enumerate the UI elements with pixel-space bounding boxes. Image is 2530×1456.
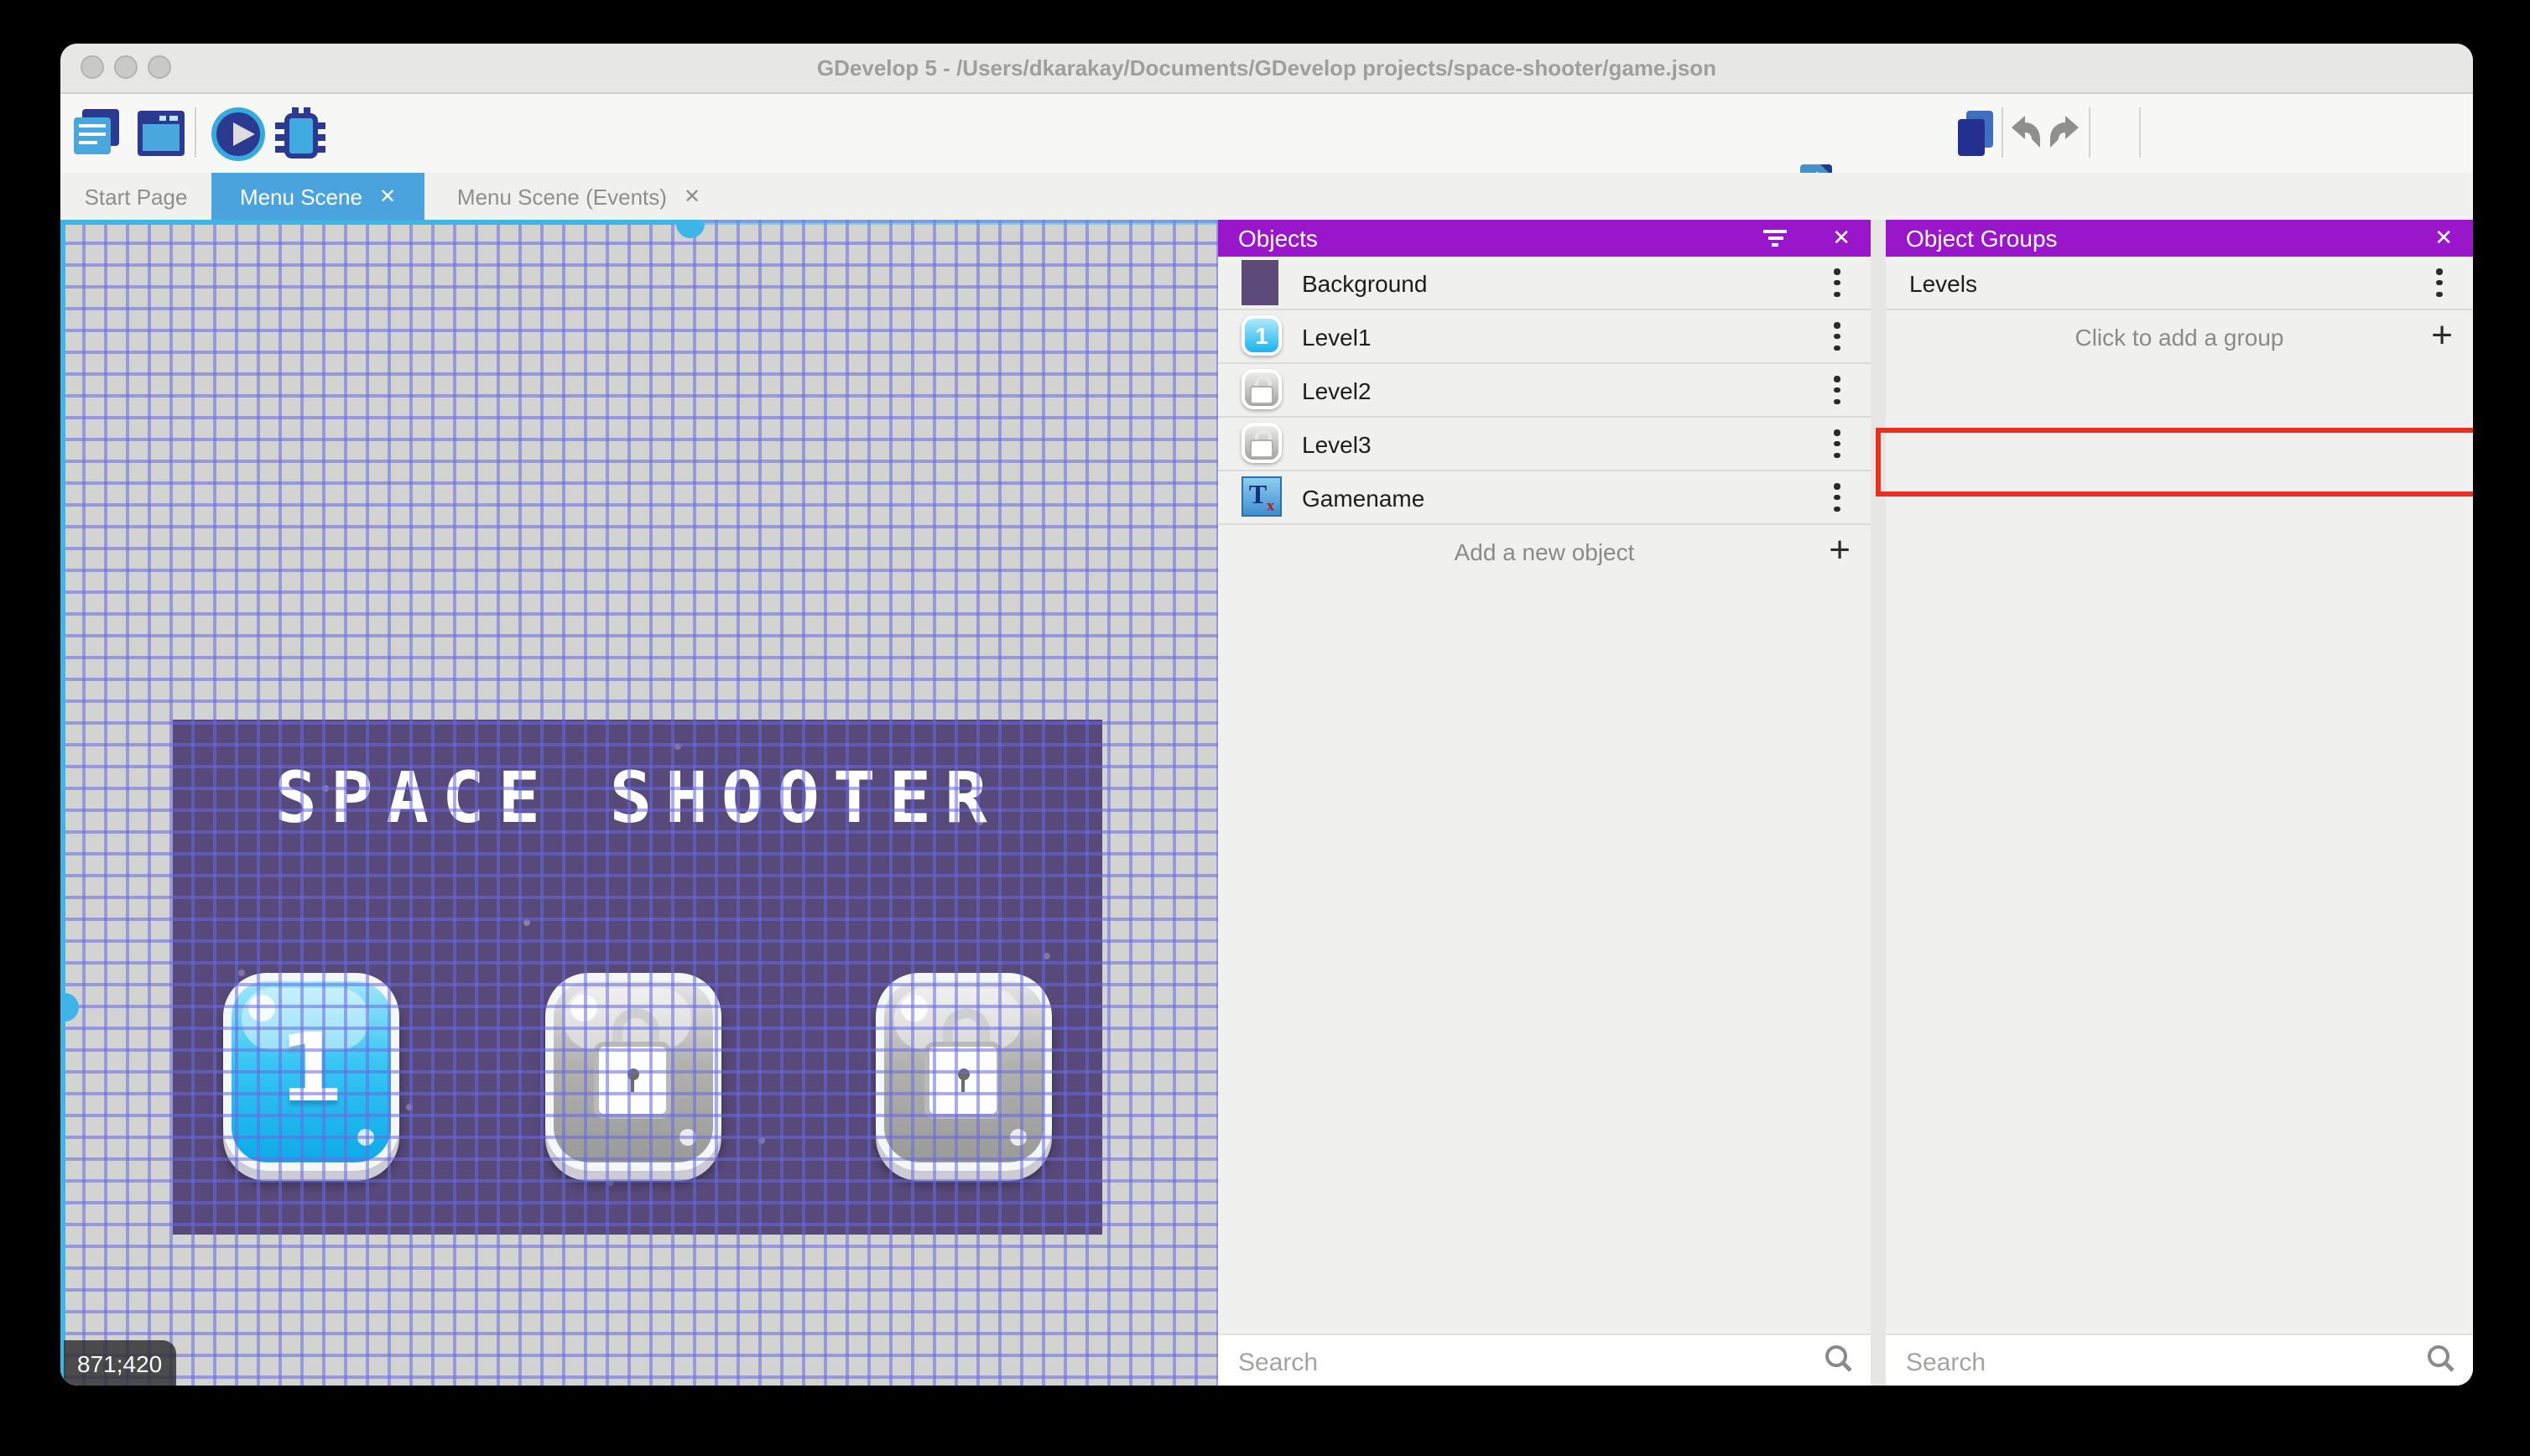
layers-icon[interactable] [1958,111,1995,156]
close-icon[interactable]: ✕ [2434,225,2453,252]
background-thumbnail [1242,260,1278,305]
group-label: Levels [1909,269,1977,296]
object-groups-list: Levels Click to add a group + [1886,257,2473,362]
object-row-background[interactable]: Background [1218,257,1871,310]
kebab-menu-icon[interactable] [2433,268,2446,297]
kebab-menu-icon[interactable] [1830,429,1844,458]
object-label: Level1 [1302,323,1372,350]
toolbar: 1:1 [60,94,2473,480]
close-icon[interactable]: ✕ [379,185,396,208]
object-label: Gamename [1302,484,1425,511]
background-instance[interactable]: SPACE SHOOTER 1 [173,720,1102,1235]
tab-label: Start Page [84,184,188,209]
tab-bar: Start Page Menu Scene ✕ Menu Scene (Even… [60,173,2473,220]
project-manager-front-page [74,117,111,154]
window-title: GDevelop 5 - /Users/dkarakay/Documents/G… [816,55,1717,81]
scene-editor-canvas[interactable]: SPACE SHOOTER 1 871;420 [60,220,1218,1386]
gdevelop-window: GDevelop 5 - /Users/dkarakay/Documents/G… [60,44,2473,1386]
object-groups-panel-title: Object Groups [1906,225,2058,252]
object-groups-search-input[interactable] [1903,1340,2350,1384]
locked-level-thumbnail [1242,423,1282,463]
toolbar-separator [2089,107,2090,158]
kebab-menu-icon[interactable] [1830,268,1844,297]
group-row-levels[interactable]: Levels [1886,257,2473,310]
object-row-level3[interactable]: Level3 [1218,418,1871,471]
object-groups-panel: Object Groups ✕ Levels Click to add a gr… [1886,220,2473,1386]
objects-search-input[interactable] [1235,1340,1731,1384]
object-groups-panel-header: Object Groups ✕ [1886,220,2473,257]
selection-handle-left[interactable] [64,993,79,1022]
selection-edge-top [60,220,703,225]
close-icon[interactable]: ✕ [1832,225,1851,252]
tab-label: Menu Scene [239,184,362,209]
screen: GDevelop 5 - /Users/dkarakay/Documents/G… [0,0,2530,1456]
undo-icon[interactable] [2010,116,2042,158]
object-row-gamename[interactable]: Tx Gamename [1218,471,1871,525]
redo-icon[interactable] [2048,116,2080,158]
panel-divider[interactable] [1871,220,1886,1386]
add-object-label: Add a new object [1454,538,1635,564]
objects-panel-title: Objects [1238,225,1318,252]
tab-menu-scene[interactable]: Menu Scene ✕ [211,173,424,220]
titlebar: GDevelop 5 - /Users/dkarakay/Documents/G… [60,44,2473,94]
tab-label: Menu Scene (Events) [456,184,667,209]
level1-button-instance[interactable]: 1 [223,973,399,1171]
selection-edge-left [60,220,65,1386]
filter-icon[interactable] [1763,230,1787,247]
tab-start-page[interactable]: Start Page [60,173,211,220]
add-group-label: Click to add a group [2074,323,2284,350]
text-object-thumbnail: Tx [1242,476,1282,517]
kebab-menu-icon[interactable] [1830,322,1844,351]
toolbar-separator [2002,107,2003,158]
level-number: 1 [279,1015,344,1124]
scene-title-text: SPACE SHOOTER [274,757,1001,839]
add-group-row[interactable]: Click to add a group + [1886,310,2473,362]
level2-button-instance[interactable] [545,973,721,1171]
kebab-menu-icon[interactable] [1830,376,1844,404]
objects-panel: Objects ✕ Background 1 Level1 Level2 Lev… [1218,220,1871,1386]
level3-button-instance[interactable] [876,973,1052,1171]
object-label: Level3 [1302,430,1372,457]
add-object-row[interactable]: Add a new object + [1218,525,1871,577]
search-icon [2426,1344,2456,1382]
content-area: SPACE SHOOTER 1 871;420 Objects ✕ Backgr… [60,220,2473,1386]
level1-button-thumbnail: 1 [1242,315,1282,356]
object-groups-search-bar [1886,1334,2473,1386]
toolbar-separator [2139,107,2141,158]
objects-panel-header: Objects ✕ [1218,220,1871,257]
object-row-level2[interactable]: Level2 [1218,364,1871,418]
search-icon [1824,1344,1854,1382]
lock-icon [924,1008,1004,1126]
selection-edge-top-faded [703,220,1218,225]
start-page-icon[interactable] [138,111,185,156]
toolbar-separator [195,107,196,158]
play-icon[interactable] [211,107,265,161]
object-row-level1[interactable]: 1 Level1 [1218,310,1871,364]
tab-menu-scene-events[interactable]: Menu Scene (Events) ✕ [424,173,733,220]
locked-level-thumbnail [1242,369,1282,409]
debug-icon[interactable] [275,107,325,169]
objects-list: Background 1 Level1 Level2 Level3 Tx Gam… [1218,257,1871,577]
stars-decoration [173,720,176,723]
plus-icon[interactable]: + [2431,314,2453,357]
coordinate-readout: 871;420 [77,1349,163,1376]
selection-handle-top[interactable] [676,223,705,238]
lock-icon [593,1008,674,1126]
close-icon[interactable]: ✕ [684,185,700,208]
objects-search-bar [1218,1334,1871,1386]
kebab-menu-icon[interactable] [1830,483,1844,512]
project-manager-icon[interactable] [74,109,121,156]
object-label: Level2 [1302,377,1372,403]
object-label: Background [1302,269,1428,296]
cursor-coordinates-badge: 871;420 [64,1340,176,1386]
plus-icon[interactable]: + [1829,528,1851,572]
